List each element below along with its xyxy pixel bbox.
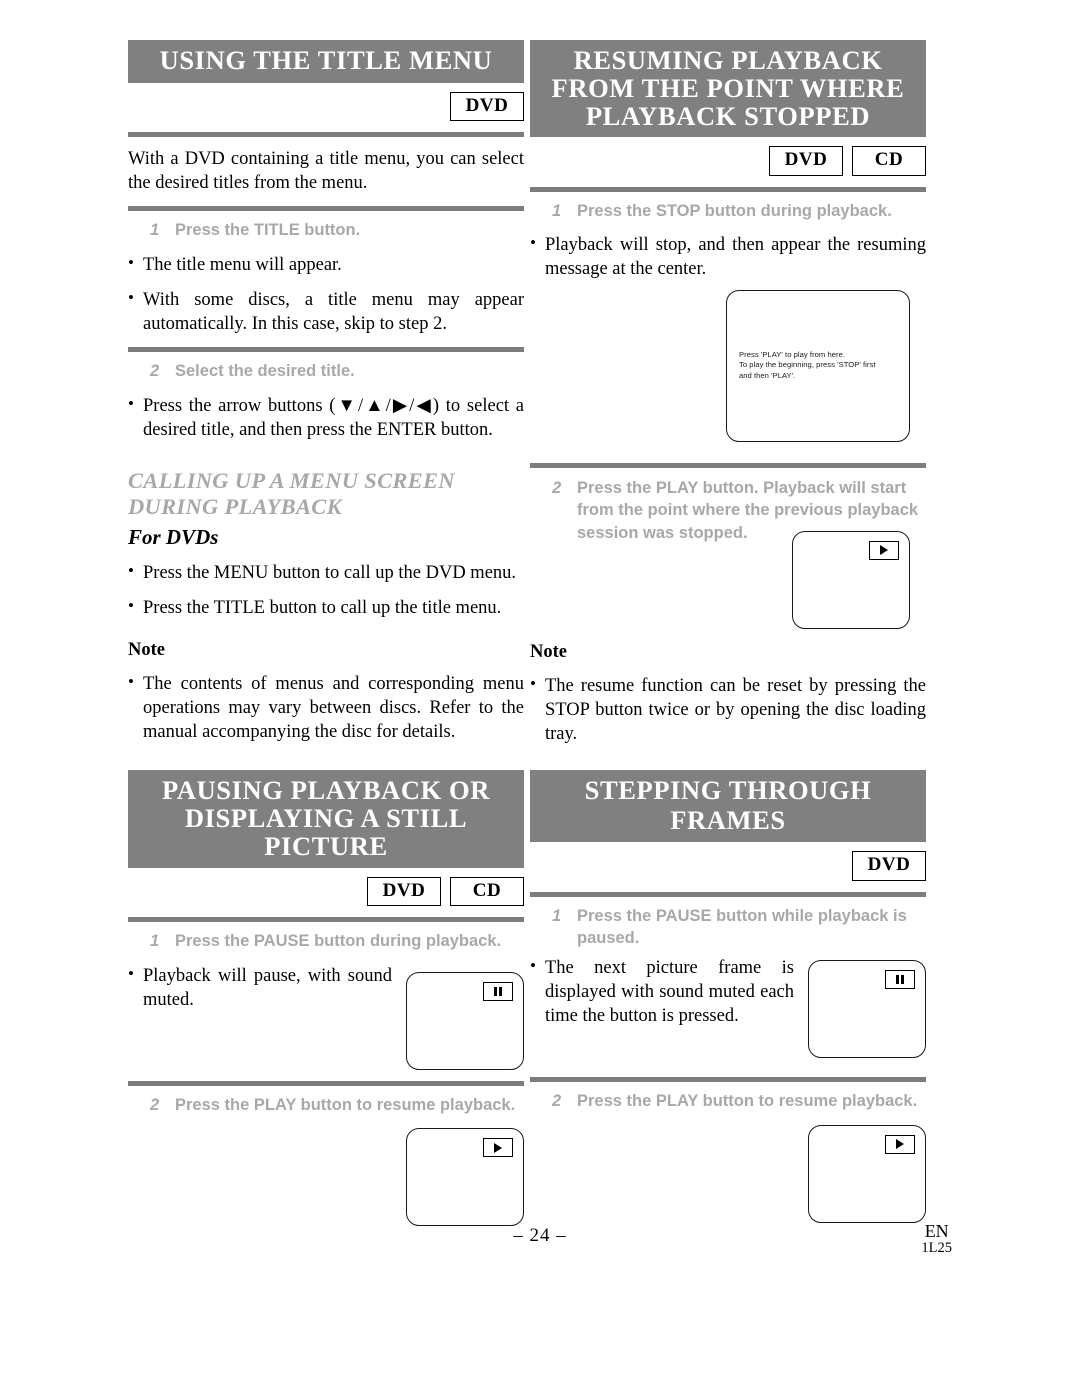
- section-using-title-menu: USING THE TITLE MENU DVD With a DVD cont…: [128, 40, 524, 744]
- step-number: 1: [552, 906, 562, 925]
- disc-badge-dvd: DVD: [769, 146, 843, 176]
- left-column: USING THE TITLE MENU DVD With a DVD cont…: [128, 40, 524, 1227]
- section-banner-title: PAUSING PLAYBACK OR DISPLAYING A STILL P…: [128, 770, 524, 868]
- divider-rule: [128, 206, 524, 212]
- tv-screen-illustration: [808, 1124, 926, 1223]
- tv-screen-illustration-message: Press 'PLAY' to play from here. To play …: [726, 289, 910, 442]
- play-icon: [483, 1138, 513, 1158]
- bullet-item: The title menu will appear.: [128, 252, 524, 277]
- step-heading: 1 Press the PAUSE button during playback…: [128, 930, 524, 953]
- tv-screen-illustration: [808, 960, 926, 1059]
- note-bullet-item: The contents of menus and corresponding …: [128, 671, 524, 744]
- bullet-item: Press the MENU button to call up the DVD…: [128, 560, 524, 585]
- section-banner-title: RESUMING PLAYBACK FROM THE POINT WHERE P…: [530, 40, 926, 138]
- document-code: 1L25: [921, 1239, 952, 1256]
- disc-badge-row: DVD CD: [530, 146, 926, 176]
- pause-icon: [885, 970, 915, 990]
- note-label: Note: [128, 640, 165, 661]
- tv-screen-illustration: [792, 530, 910, 629]
- step-number: 1: [150, 931, 160, 950]
- manual-page: USING THE TITLE MENU DVD With a DVD cont…: [0, 0, 1080, 1397]
- footer-codes: EN 1L25: [921, 1222, 952, 1257]
- step-number: 2: [150, 1095, 160, 1114]
- language-code: EN: [924, 1221, 949, 1241]
- bullet-item: The next picture frame is displayed with…: [530, 956, 794, 1028]
- step-number: 2: [552, 478, 562, 497]
- section-banner-title: STEPPING THROUGH FRAMES: [530, 769, 926, 843]
- step-number: 2: [150, 362, 160, 381]
- disc-badge-cd: CD: [450, 876, 524, 906]
- divider-rule: [128, 347, 524, 353]
- step-label: Select the desired title.: [175, 362, 355, 381]
- tv-screen-illustration: [406, 1128, 524, 1227]
- section-banner-title: USING THE TITLE MENU: [128, 40, 524, 83]
- note-label: Note: [530, 641, 567, 662]
- tv-message-line: Press 'PLAY' to play from here.: [739, 349, 846, 359]
- divider-rule: [530, 891, 926, 897]
- step-content: [128, 1128, 524, 1227]
- step-content: Playback will pause, with sound muted.: [128, 964, 524, 1070]
- note-bullet-item: The resume function can be reset by pres…: [530, 673, 926, 746]
- play-icon: [869, 540, 899, 560]
- step-content: The next picture frame is displayed with…: [530, 956, 926, 1059]
- step-label: Press the PLAY button to resume playback…: [175, 1095, 516, 1114]
- step-heading: 1 Press the PAUSE button while playback …: [530, 905, 926, 951]
- step-number: 1: [150, 221, 160, 240]
- tv-message-line: and then 'PLAY'.: [739, 370, 796, 380]
- section-stepping-through-frames: STEPPING THROUGH FRAMES DVD 1 Press the …: [530, 769, 926, 1223]
- subsection-subheading: For DVDs: [128, 525, 219, 550]
- step-label: Press the PAUSE button while playback is…: [577, 906, 907, 948]
- disc-badge-row: DVD CD: [128, 876, 524, 906]
- step-heading: 2 Select the desired title.: [128, 360, 524, 383]
- step-number: 1: [552, 201, 562, 220]
- bullet-item: With some discs, a title menu may appear…: [128, 287, 524, 336]
- tv-screen-message: Press 'PLAY' to play from here. To play …: [739, 349, 876, 381]
- disc-badge-dvd: DVD: [852, 851, 926, 881]
- pause-icon: [483, 981, 513, 1001]
- disc-badge-row: DVD: [530, 851, 926, 881]
- divider-rule: [128, 132, 524, 138]
- right-column: RESUMING PLAYBACK FROM THE POINT WHERE P…: [530, 40, 926, 1223]
- disc-badge-row: DVD: [128, 91, 524, 122]
- play-icon: [885, 1134, 915, 1154]
- section-intro-text: With a DVD containing a title menu, you …: [128, 149, 524, 194]
- step-content: [530, 1124, 926, 1223]
- tv-screen-illustration: [406, 971, 524, 1070]
- bullet-item: Playback will stop, and then appear the …: [530, 232, 926, 281]
- divider-rule: [530, 186, 926, 192]
- tv-message-line: To play the beginning, press 'STOP' firs…: [739, 360, 876, 370]
- subsection-heading: CALLING UP A MENU SCREEN DURING PLAYBACK: [128, 467, 455, 520]
- page-number: – 24 –: [513, 1225, 567, 1246]
- step-heading: 2 Press the PLAY button to resume playba…: [128, 1094, 524, 1117]
- disc-badge-dvd: DVD: [367, 876, 441, 906]
- divider-rule: [530, 462, 926, 468]
- step-heading: 2 Press the PLAY button to resume playba…: [530, 1090, 926, 1113]
- step-label: Press the PLAY button to resume playback…: [577, 1092, 918, 1111]
- bullet-item: Playback will pause, with sound muted.: [128, 964, 392, 1012]
- disc-badge-dvd: DVD: [450, 91, 524, 122]
- step-label: Press the PAUSE button during playback.: [175, 931, 502, 950]
- section-resuming-playback: RESUMING PLAYBACK FROM THE POINT WHERE P…: [530, 40, 926, 746]
- step-label: Press the TITLE button.: [175, 221, 361, 240]
- step-label: Press the STOP button during playback.: [577, 201, 892, 220]
- divider-rule: [530, 1077, 926, 1083]
- step-heading: 1 Press the STOP button during playback.: [530, 200, 926, 223]
- bullet-item: Press the TITLE button to call up the ti…: [128, 595, 524, 620]
- section-pausing-playback: PAUSING PLAYBACK OR DISPLAYING A STILL P…: [128, 770, 524, 1227]
- step-number: 2: [552, 1092, 562, 1111]
- disc-badge-cd: CD: [852, 146, 926, 176]
- step-heading: 1 Press the TITLE button.: [128, 219, 524, 242]
- step-content: Press 'PLAY' to play from here. To play …: [530, 289, 926, 442]
- divider-rule: [128, 916, 524, 922]
- bullet-item: Press the arrow buttons (▼/▲/▶/◀) to sel…: [128, 393, 524, 442]
- divider-rule: [128, 1080, 524, 1086]
- step-content: 2 Press the PLAY button. Playback will s…: [530, 477, 926, 629]
